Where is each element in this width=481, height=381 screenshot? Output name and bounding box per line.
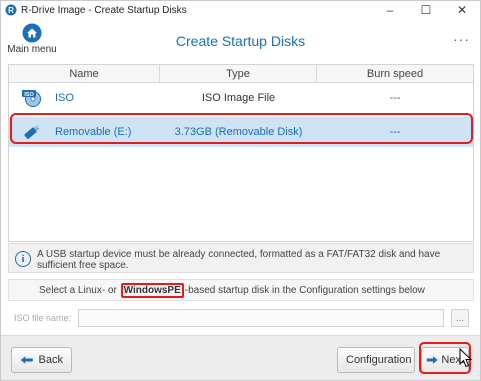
- column-header-name[interactable]: Name: [9, 65, 160, 82]
- page-title: Create Startup Disks: [175, 33, 306, 49]
- info-text: A USB startup device must be already con…: [37, 249, 441, 271]
- svg-text:ISO: ISO: [24, 92, 34, 98]
- configuration-label: Configuration: [346, 354, 412, 366]
- iso-file-input[interactable]: [78, 309, 444, 327]
- browse-button[interactable]: ...: [451, 309, 469, 327]
- row-burn-speed: ---: [389, 126, 401, 138]
- row-name: ISO: [55, 92, 74, 104]
- svg-text:R: R: [8, 6, 14, 15]
- row-name: Removable (E:): [55, 126, 132, 138]
- table-row-iso[interactable]: ISO ISO ISO Image File ---: [9, 83, 473, 113]
- column-header-burn-speed[interactable]: Burn speed: [317, 65, 473, 82]
- footer-bar: Back Configuration Next: [1, 335, 480, 380]
- title-bar: R R-Drive Image - Create Startup Disks –…: [1, 1, 480, 19]
- r-drive-app-icon: R: [5, 4, 17, 16]
- app-window: R R-Drive Image - Create Startup Disks –…: [0, 0, 481, 381]
- close-button[interactable]: ✕: [444, 1, 480, 19]
- info-panel: i A USB startup device must be already c…: [8, 243, 474, 273]
- select-hint-after: -based startup disk in the Configuration…: [184, 284, 425, 296]
- window-title: R-Drive Image - Create Startup Disks: [21, 4, 187, 16]
- windowspe-highlight: WindowsPE: [120, 282, 184, 298]
- back-label: Back: [38, 354, 63, 366]
- table-row-removable[interactable]: Removable (E:) 3.73GB (Removable Disk) -…: [9, 117, 473, 147]
- select-hint: Select a Linux- or WindowsPE -based start…: [8, 279, 474, 301]
- info-icon: i: [15, 251, 31, 267]
- back-button[interactable]: Back: [11, 347, 72, 373]
- maximize-button[interactable]: ☐: [408, 1, 444, 19]
- row-burn-speed: ---: [389, 92, 401, 104]
- minimize-button[interactable]: –: [372, 1, 408, 19]
- column-header-type[interactable]: Type: [160, 65, 317, 82]
- iso-disc-icon: ISO: [21, 89, 43, 107]
- select-hint-before: Select a Linux- or: [39, 284, 117, 296]
- page-header: Main menu Create Startup Disks ···: [1, 19, 480, 63]
- startup-disks-table: Name Type Burn speed ISO ISO ISO Image F…: [8, 64, 474, 242]
- mouse-cursor-icon: [459, 348, 473, 368]
- iso-file-label: ISO file name:: [14, 313, 72, 323]
- configuration-button[interactable]: Configuration: [337, 347, 415, 373]
- table-header: Name Type Burn speed: [9, 65, 473, 83]
- iso-file-row: ISO file name: ...: [8, 307, 474, 329]
- row-type: 3.73GB (Removable Disk): [174, 126, 303, 138]
- more-options-button[interactable]: ···: [453, 31, 470, 47]
- usb-drive-icon: [21, 123, 43, 141]
- arrow-left-icon: [20, 356, 33, 364]
- row-type: ISO Image File: [201, 92, 276, 104]
